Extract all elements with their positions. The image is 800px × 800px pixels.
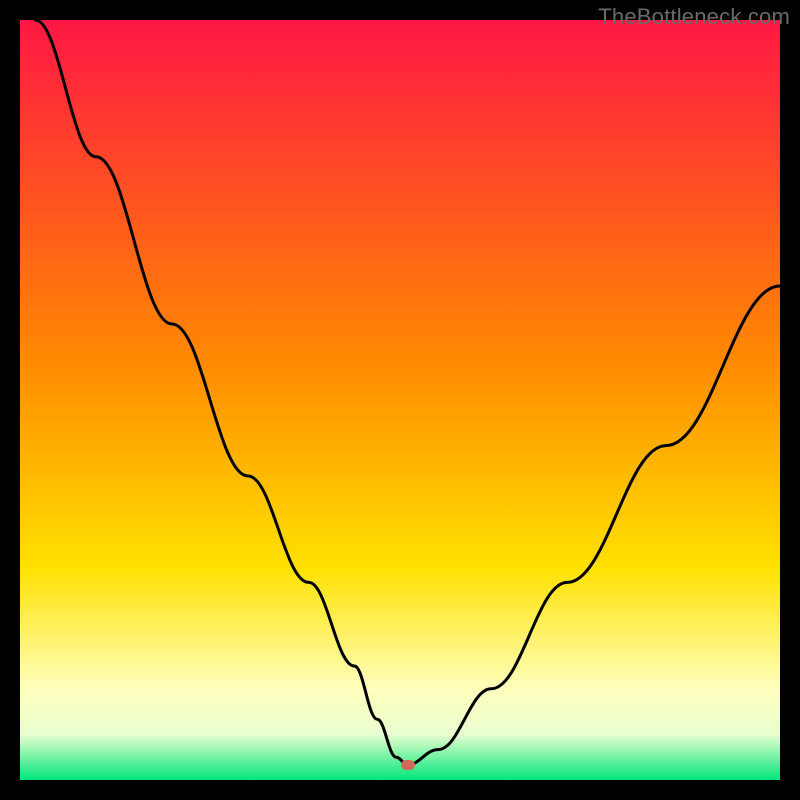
watermark-text: TheBottleneck.com (598, 4, 790, 30)
optimal-marker (401, 760, 415, 770)
curve-svg (20, 20, 780, 780)
bottleneck-curve-path (35, 20, 780, 765)
plot-area (20, 20, 780, 780)
